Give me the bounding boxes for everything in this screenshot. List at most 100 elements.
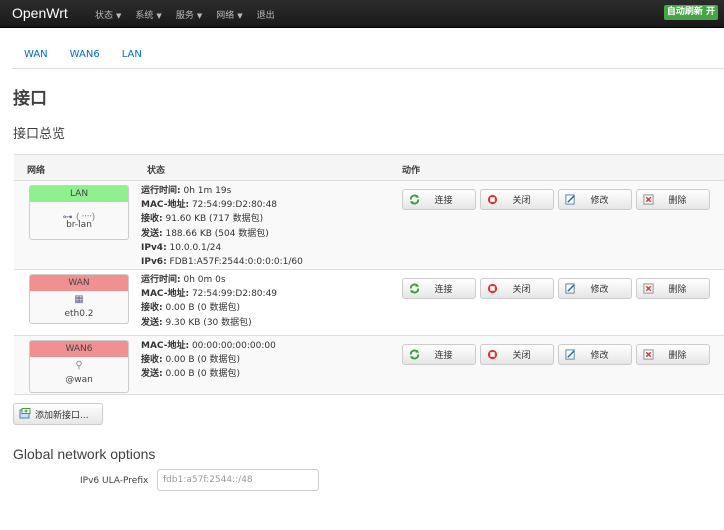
stop-icon: [486, 349, 498, 361]
stop-button[interactable]: 关闭: [480, 344, 554, 365]
global-options-title: Global network options: [13, 446, 156, 462]
stop-label: 关闭: [512, 196, 531, 206]
table-row: LAN ⊶ (᠁) br-lan 运行时间: 0h 1m 19s MAC-地址: 72:…: [14, 181, 724, 270]
edit-icon: [564, 349, 576, 361]
status-line: 发送: 188.66 KB (504 数据包): [141, 227, 303, 241]
status-key: 运行时间:: [141, 186, 181, 196]
stop-label: 关闭: [512, 351, 531, 361]
status-block: 运行时间: 0h 0m 0s MAC-地址: 72:54:99:D2:80:49 接…: [141, 273, 277, 330]
edit-button[interactable]: 修改: [558, 344, 632, 365]
status-value: 0h 0m 0s: [180, 275, 226, 285]
table-row: WAN ▦ eth0.2 运行时间: 0h 0m 0s MAC-地址: 72:54:99…: [14, 270, 724, 336]
menu-system[interactable]: 系统 ▼: [135, 8, 161, 21]
header-status: 状态: [147, 166, 166, 176]
connect-button[interactable]: 连接: [402, 278, 476, 299]
refresh-icon: [408, 349, 420, 361]
connect-button[interactable]: 连接: [402, 344, 476, 365]
edit-label: 修改: [590, 196, 609, 206]
menu-network[interactable]: 网络 ▼: [216, 8, 242, 21]
stop-icon: [486, 194, 498, 206]
tabs-divider: [12, 68, 724, 69]
table-header: 网络 状态 动作: [14, 154, 724, 181]
delete-button[interactable]: 删除: [636, 278, 710, 299]
tab-wan[interactable]: WAN: [24, 49, 48, 60]
tab-wan6[interactable]: WAN6: [70, 49, 100, 60]
top-navbar: OpenWrt 状态 ▼ 系统 ▼ 服务 ▼ 网络 ▼ 退出 自动刷新 开: [0, 0, 724, 28]
network-name: WAN6: [30, 341, 128, 357]
menu-services[interactable]: 服务 ▼: [176, 8, 202, 21]
network-device-icon: ⚲: [75, 360, 83, 371]
menu-status[interactable]: 状态 ▼: [95, 8, 121, 21]
connect-label: 连接: [434, 285, 453, 295]
status-value: 0.00 B (0 数据包): [162, 303, 241, 314]
status-line: 发送: 0.00 B (0 数据包): [141, 367, 276, 381]
network-device-name: eth0.2: [64, 309, 94, 319]
network-device-name: br-lan: [66, 220, 92, 230]
edit-label: 修改: [590, 285, 609, 295]
delete-icon: [642, 194, 654, 206]
connect-label: 连接: [434, 196, 453, 206]
add-interface-button[interactable]: 添加新接口...: [13, 403, 103, 425]
interface-tabs: WAN WAN6 LAN: [24, 49, 164, 60]
table-row: WAN6 ⚲ @wan MAC-地址: 00:00:00:00:00:00 接收: 0.…: [14, 336, 724, 395]
action-buttons: 连接 关闭 修改 删除: [402, 189, 714, 210]
menu-system-label: 系统: [135, 11, 154, 21]
status-key: IPv4:: [141, 242, 167, 253]
status-key: 接收:: [141, 303, 163, 314]
status-key: MAC-地址:: [141, 341, 190, 351]
action-buttons: 连接 关闭 修改 删除: [402, 278, 714, 299]
section-title: 接口总览: [13, 127, 66, 142]
action-buttons: 连接 关闭 修改 删除: [402, 344, 714, 365]
delete-button[interactable]: 删除: [636, 189, 710, 210]
edit-icon: [564, 283, 576, 295]
status-key: 发送:: [141, 317, 163, 328]
delete-icon: [642, 283, 654, 295]
status-line: MAC-地址: 72:54:99:D2:80:48: [141, 198, 303, 212]
delete-icon: [642, 349, 654, 361]
network-badge-wan6[interactable]: WAN6 ⚲ @wan: [29, 340, 129, 393]
chevron-down-icon: ▼: [196, 12, 203, 20]
page-title: 接口: [13, 89, 47, 109]
network-device-icon: ▦: [74, 294, 84, 305]
refresh-icon: [408, 194, 420, 206]
chevron-down-icon: ▼: [116, 12, 122, 20]
menu-logout[interactable]: 退出: [257, 8, 275, 21]
status-value: 10.0.0.1/24: [166, 242, 222, 253]
delete-label: 删除: [668, 196, 687, 206]
refresh-icon: [408, 283, 420, 295]
brand-logo[interactable]: OpenWrt: [12, 5, 68, 21]
stop-button[interactable]: 关闭: [480, 189, 554, 210]
status-key: MAC-地址:: [141, 289, 190, 300]
menu-status-label: 状态: [95, 11, 114, 21]
connect-button[interactable]: 连接: [402, 189, 476, 210]
status-value: 91.60 KB (717 数据包): [162, 214, 264, 225]
network-badge-wan[interactable]: WAN ▦ eth0.2: [29, 274, 129, 324]
delete-button[interactable]: 删除: [636, 344, 710, 365]
status-line: MAC-地址: 00:00:00:00:00:00: [141, 339, 276, 353]
status-line: 运行时间: 0h 0m 0s: [141, 273, 277, 287]
stop-button[interactable]: 关闭: [480, 278, 554, 299]
delete-label: 删除: [668, 351, 687, 361]
status-key: 发送:: [141, 228, 163, 239]
menu-services-label: 服务: [175, 11, 194, 21]
status-value: 72:54:99:D2:80:49: [189, 289, 278, 300]
chevron-down-icon: ▼: [156, 12, 162, 20]
status-line: 运行时间: 0h 1m 19s: [141, 184, 303, 198]
status-line: 接收: 91.60 KB (717 数据包): [141, 212, 303, 226]
auto-refresh-toggle[interactable]: 自动刷新 开: [663, 5, 718, 20]
edit-button[interactable]: 修改: [558, 278, 632, 299]
network-badge-lan[interactable]: LAN ⊶ (᠁) br-lan: [29, 185, 129, 240]
edit-button[interactable]: 修改: [558, 189, 632, 210]
status-line: MAC-地址: 72:54:99:D2:80:49: [141, 287, 277, 301]
menu-network-label: 网络: [216, 11, 235, 21]
edit-label: 修改: [590, 351, 609, 361]
status-value: 72:54:99:D2:80:48: [189, 200, 278, 211]
stop-icon: [486, 283, 498, 295]
status-key: 接收:: [141, 214, 163, 225]
ula-prefix-input[interactable]: [157, 469, 319, 491]
tab-lan[interactable]: LAN: [122, 49, 142, 60]
status-value: FDB1:A57F:2544:0:0:0:0:1/60: [166, 257, 303, 268]
edit-icon: [564, 194, 576, 206]
network-device-name: @wan: [65, 375, 93, 385]
status-value: 188.66 KB (504 数据包): [162, 228, 269, 239]
